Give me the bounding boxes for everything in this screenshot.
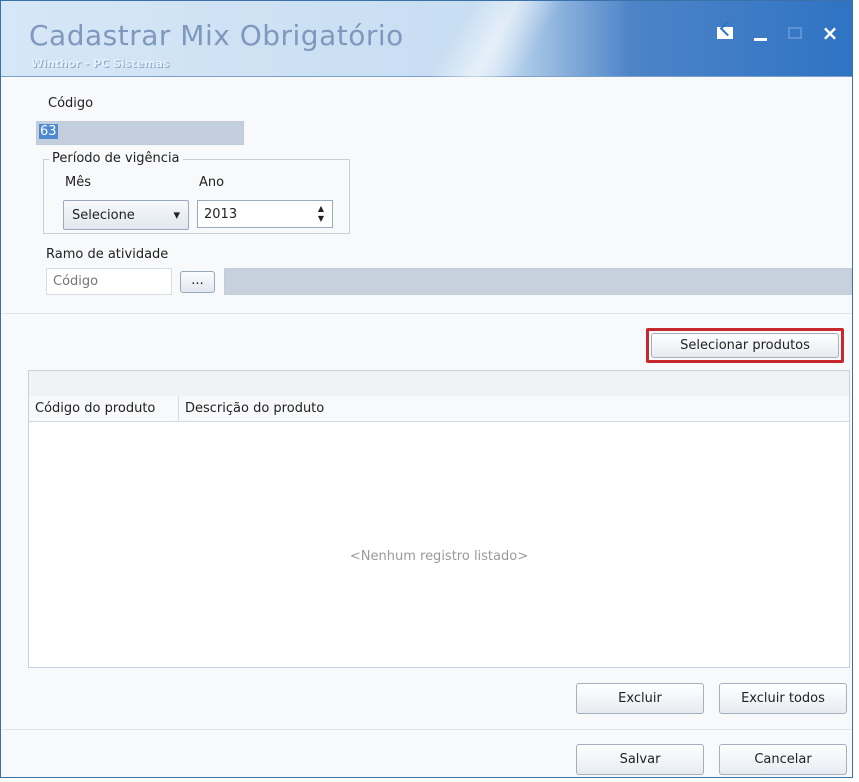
column-header-descricao-produto[interactable]: Descrição do produto (179, 396, 399, 421)
table-header: Código do produto Descrição do produto (29, 396, 849, 422)
excluir-todos-button[interactable]: Excluir todos (719, 683, 847, 714)
maximize-icon[interactable] (783, 21, 807, 45)
ano-spin-buttons[interactable]: ▲ ▼ (315, 205, 327, 223)
minimize-icon-shape (753, 37, 767, 41)
ano-label: Ano (199, 175, 225, 190)
spin-up-icon[interactable]: ▲ (318, 205, 324, 213)
window-subtitle: Winthor - PC Sistemas (31, 57, 170, 70)
mes-label: Mês (65, 175, 91, 190)
mes-select[interactable]: Selecione ▾ (63, 200, 189, 230)
section-divider (1, 313, 852, 314)
minimize-icon[interactable] (748, 21, 772, 45)
ano-stepper[interactable]: 2013 ▲ ▼ (197, 200, 333, 228)
chevron-down-icon: ▾ (173, 207, 180, 223)
maximize-icon-shape (788, 27, 802, 39)
codigo-label: Código (48, 96, 94, 111)
codigo-value: 63 (39, 124, 58, 139)
restore-icon[interactable] (713, 21, 737, 45)
cancelar-button[interactable]: Cancelar (719, 744, 847, 775)
grid-group-panel (29, 371, 849, 397)
ramo-description-field (224, 268, 852, 295)
close-icon[interactable]: × (818, 21, 842, 45)
spin-down-icon[interactable]: ▼ (318, 215, 324, 223)
ramo-atividade-label: Ramo de atividade (46, 247, 169, 262)
window-titlebar[interactable]: Cadastrar Mix Obrigatório Winthor - PC S… (1, 1, 852, 77)
mes-selected-value: Selecione (72, 207, 135, 223)
selecionar-produtos-button[interactable]: Selecionar produtos (651, 333, 839, 358)
ramo-lookup-button[interactable]: ... (180, 271, 215, 293)
ramo-codigo-input[interactable] (46, 268, 172, 295)
products-table[interactable]: Código do produto Descrição do produto <… (28, 370, 850, 668)
salvar-button[interactable]: Salvar (576, 744, 704, 775)
bottom-divider (1, 729, 852, 730)
column-header-codigo-produto[interactable]: Código do produto (29, 396, 179, 421)
window-title: Cadastrar Mix Obrigatório (29, 19, 404, 52)
restore-icon-shape (717, 27, 733, 39)
ano-value: 2013 (204, 206, 238, 222)
empty-table-message: <Nenhum registro listado> (349, 549, 529, 564)
excluir-button[interactable]: Excluir (576, 683, 704, 714)
periodo-vigencia-label: Período de vigência (49, 151, 183, 166)
codigo-field[interactable]: 63 (36, 121, 244, 145)
window-controls: × (713, 21, 842, 45)
cadastrar-mix-window: Cadastrar Mix Obrigatório Winthor - PC S… (0, 0, 853, 778)
